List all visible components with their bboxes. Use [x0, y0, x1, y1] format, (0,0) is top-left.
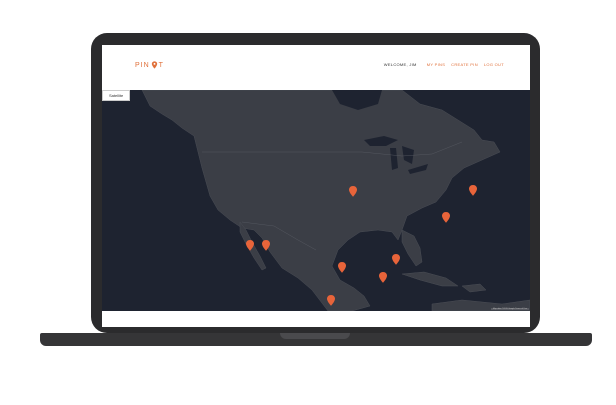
land-north-america [141, 90, 501, 311]
map-type-button[interactable]: Satellite [102, 90, 131, 101]
logo-text-right: T [158, 61, 164, 69]
map-pin[interactable] [392, 254, 400, 265]
logo-text-left: PIN [135, 61, 150, 69]
top-nav: WELCOME, JIM MY PINS CREATE PIN LOG OUT [384, 62, 504, 67]
laptop-notch [280, 333, 350, 339]
app-footer [102, 311, 530, 327]
map-pin[interactable] [379, 272, 387, 283]
map-attribution[interactable]: Map data ©2019 Google Terms of Use [490, 308, 529, 310]
logo[interactable]: PIN T [135, 61, 164, 69]
land-florida [401, 229, 423, 267]
welcome-text: WELCOME, JIM [383, 62, 417, 67]
nav-my-pins[interactable]: MY PINS [427, 62, 445, 67]
app-header: PIN T WELCOME, JIM MY PINS CREATE PIN LO… [102, 45, 530, 90]
laptop-screen: PIN T WELCOME, JIM MY PINS CREATE PIN LO… [102, 45, 530, 327]
map-pin[interactable] [469, 185, 477, 196]
pin-logo-icon [151, 61, 157, 69]
land-cuba [401, 271, 459, 287]
map-pin[interactable] [338, 262, 346, 273]
nav-create-pin[interactable]: CREATE PIN [451, 62, 478, 67]
map-view[interactable]: Satellite Map data ©2019 Google Terms of… [102, 90, 530, 311]
land-hispaniola [461, 283, 487, 293]
nav-log-out[interactable]: LOG OUT [484, 62, 504, 67]
map-pin[interactable] [442, 212, 450, 223]
map-canvas[interactable] [102, 90, 530, 311]
